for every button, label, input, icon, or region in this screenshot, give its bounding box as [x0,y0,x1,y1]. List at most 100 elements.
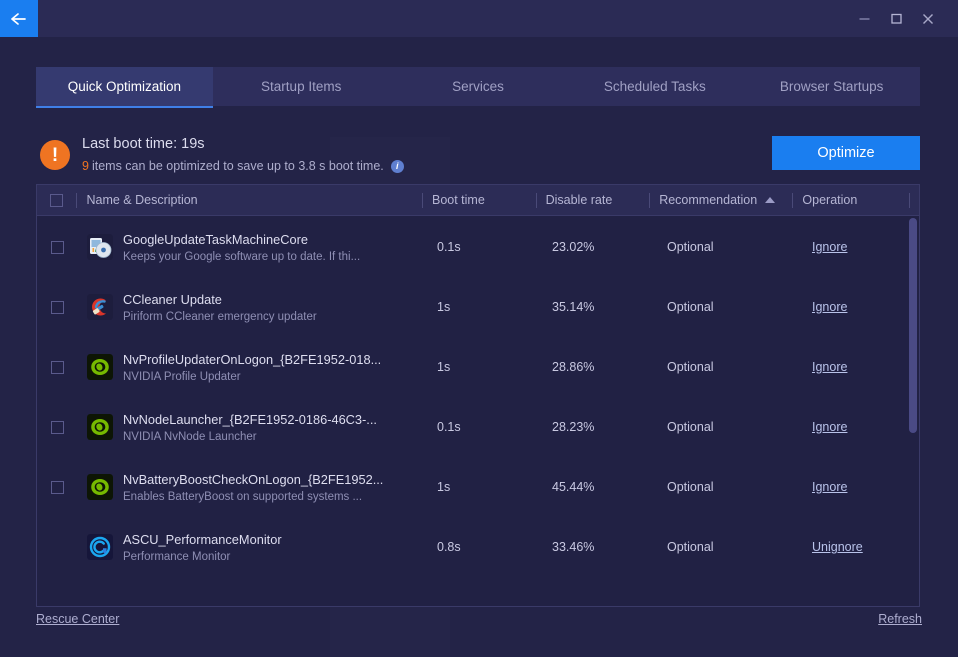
row-recommendation: Optional [667,360,714,374]
row-name-block: CCleaner Update Piriform CCleaner emerge… [123,292,389,323]
nvidia-icon [87,414,113,440]
tab-bar: Quick Optimization Startup Items Service… [36,67,920,108]
window-controls [848,0,958,37]
column-header-label: Disable rate [545,193,613,207]
row-disable-rate: 23.02% [552,240,595,254]
row-checkbox[interactable] [50,240,64,254]
close-icon [921,12,935,26]
row-operation-cell: Ignore [802,397,919,457]
table-scrollbar-track[interactable] [909,218,917,606]
row-name-cell: GoogleUpdateTaskMachineCore Keeps your G… [77,217,427,277]
tab-scheduled-tasks[interactable]: Scheduled Tasks [566,67,743,106]
row-checkbox[interactable] [50,480,64,494]
row-operation-cell: Ignore [802,217,919,277]
sort-ascending-icon[interactable] [765,197,776,203]
last-boot-time-text: Last boot time: 19s [82,136,205,152]
google-update-icon [87,234,113,260]
optimize-button[interactable]: Optimize [772,136,920,170]
title-bar [0,0,958,37]
close-button[interactable] [912,5,944,33]
ascu-icon [87,534,113,560]
column-divider [909,192,910,208]
ccleaner-icon [87,294,113,320]
column-divider [535,192,537,208]
unignore-link[interactable]: Unignore [812,540,863,554]
row-app-description: NVIDIA NvNode Launcher [123,430,257,443]
tab-quick-optimization[interactable]: Quick Optimization [36,67,213,108]
column-header-end [909,185,919,216]
table-row[interactable]: NvBatteryBoostCheckOnLogon_{B2FE1952... … [37,457,919,517]
column-divider [649,192,651,208]
back-button[interactable] [0,0,38,37]
startup-items-table: Name & Description Boot time Disable rat… [36,184,920,607]
row-recommendation: Optional [667,300,714,314]
arrow-left-icon [9,11,29,27]
column-header-boot-time[interactable]: Boot time [421,185,536,216]
ignore-link[interactable]: Ignore [812,240,847,254]
warning-icon: ! [40,140,70,170]
row-operation-cell: Unignore [802,517,919,577]
select-all-checkbox[interactable] [50,193,64,207]
tab-startup-items[interactable]: Startup Items [213,67,390,106]
row-disable-rate: 45.44% [552,480,595,494]
maximize-button[interactable] [880,5,912,33]
row-boot-time: 0.1s [437,240,461,254]
row-checkbox[interactable] [50,420,64,434]
row-select-cell [37,397,77,457]
optimization-detail-text: 9 items can be optimized to save up to 3… [82,159,404,173]
rescue-center-link[interactable]: Rescue Center [36,612,119,626]
column-header-name[interactable]: Name & Description [76,185,422,216]
table-row[interactable]: NvProfileUpdaterOnLogon_{B2FE1952-018...… [37,337,919,397]
column-divider [76,192,78,208]
row-recommendation: Optional [667,240,714,254]
table-row[interactable]: NvNodeLauncher_{B2FE1952-0186-46C3-... N… [37,397,919,457]
row-app-name: NvProfileUpdaterOnLogon_{B2FE1952-018... [123,351,382,367]
select-all-cell [37,185,76,216]
maximize-icon [890,12,903,25]
row-recommendation: Optional [667,480,714,494]
row-checkbox[interactable] [50,300,64,314]
row-app-description: NVIDIA Profile Updater [123,370,241,383]
tab-label: Services [452,79,504,94]
row-name-block: ASCU_PerformanceMonitor Performance Moni… [123,532,389,563]
row-name-block: NvBatteryBoostCheckOnLogon_{B2FE1952... … [123,472,389,503]
row-operation-cell: Ignore [802,277,919,337]
row-app-description: Performance Monitor [123,550,231,563]
ignore-link[interactable]: Ignore [812,300,847,314]
info-icon[interactable]: i [390,159,404,173]
row-boot-time: 1s [437,360,451,374]
table-row[interactable]: CCleaner Update Piriform CCleaner emerge… [37,277,919,337]
column-header-label: Recommendation [659,193,758,207]
minimize-button[interactable] [848,5,880,33]
row-select-cell [37,337,77,397]
ignore-link[interactable]: Ignore [812,360,847,374]
tab-services[interactable]: Services [390,67,567,106]
row-name-cell: CCleaner Update Piriform CCleaner emerge… [77,277,427,337]
row-recommendation: Optional [667,540,714,554]
ignore-link[interactable]: Ignore [812,480,847,494]
tab-label: Startup Items [261,79,342,94]
row-disable-rate: 28.23% [552,420,595,434]
optimization-detail-label: items can be optimized to save up to 3.8… [91,159,384,173]
refresh-link[interactable]: Refresh [878,612,922,626]
row-operation-cell: Ignore [802,457,919,517]
tab-browser-startups[interactable]: Browser Startups [743,67,920,106]
title-bar-drag-region [38,0,848,37]
column-header-disable-rate[interactable]: Disable rate [535,185,650,216]
column-header-recommendation[interactable]: Recommendation [649,185,792,216]
table-row[interactable]: ASCU_PerformanceMonitor Performance Moni… [37,517,919,577]
row-name-block: GoogleUpdateTaskMachineCore Keeps your G… [123,232,389,263]
row-app-description: Keeps your Google software up to date. I… [123,250,361,263]
column-header-label: Boot time [431,193,485,207]
ignore-link[interactable]: Ignore [812,420,847,434]
window-body: Quick Optimization Startup Items Service… [0,37,958,656]
row-disable-rate: 35.14% [552,300,595,314]
row-select-cell [37,277,77,337]
table-row[interactable]: GoogleUpdateTaskMachineCore Keeps your G… [37,217,919,277]
column-divider [792,192,794,208]
row-checkbox[interactable] [50,360,64,374]
row-name-cell: NvNodeLauncher_{B2FE1952-0186-46C3-... N… [77,397,427,457]
minimize-icon [858,12,871,25]
column-header-operation[interactable]: Operation [792,185,909,216]
table-scrollbar-thumb[interactable] [909,218,917,433]
